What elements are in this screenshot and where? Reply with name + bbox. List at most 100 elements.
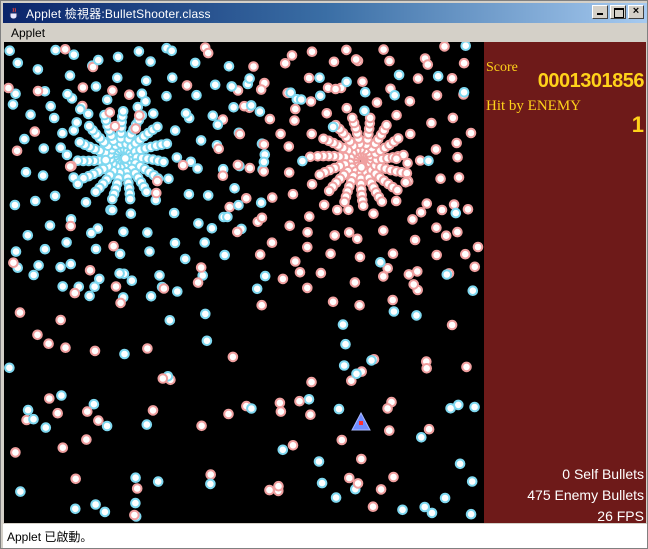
enemy-bullet [350,54,362,65]
enemy-bullet [461,361,472,373]
enemy-bullet [219,249,230,261]
enemy-bullet [126,275,138,286]
enemy-bullet [389,90,401,101]
enemy-bullet [436,204,448,216]
enemy-bullet [223,61,235,72]
enemy-bullet [201,335,213,347]
enemy-bullet [431,249,443,261]
play-field[interactable] [4,42,484,523]
enemy-bullet [294,267,306,278]
enemy-bullet [275,128,286,140]
enemy-bullet [412,73,424,84]
player-ship-icon[interactable] [351,412,371,432]
enemy-bullet [440,230,452,241]
enemy-bullet [65,220,76,232]
enemy-bullet [179,253,191,265]
enemy-bullet [378,44,389,55]
enemy-bullet [172,286,183,297]
minimize-button[interactable] [592,5,608,19]
enemy-bullet [314,72,325,84]
enemy-bullet [112,72,123,84]
enemy-bullet [359,105,370,117]
enemy-bullet [171,152,183,163]
enemy-bullet [212,119,224,130]
enemy-bullet [101,94,113,106]
enemy-bullet [142,343,153,354]
enemy-bullet [407,214,418,225]
enemy-bullet [445,403,456,414]
enemy-bullet [354,300,365,311]
enemy-bullet [141,419,153,430]
menu-applet[interactable]: Applet [3,26,53,40]
enemy-bullet [283,141,295,152]
enemy-bullet [258,166,270,177]
enemy-bullet [228,102,239,113]
enemy-bullet [205,469,216,480]
enemy-bullet [65,258,77,270]
enemy-bullet [142,227,153,238]
enemy-bullet [323,185,335,197]
score-label: Score [486,60,518,75]
enemy-bullet [132,101,144,113]
enemy-bullet [402,157,413,169]
enemy-bullet [223,408,234,420]
game-canvas[interactable]: Score 0001301856 Hit by ENEMY 1 0 Self B… [4,42,646,523]
enemy-bullet [415,207,427,218]
enemy-bullet [166,45,177,57]
enemy-bullet [52,407,64,419]
hit-by-enemy-label: Hit by ENEMY [486,98,581,114]
maximize-button[interactable] [610,5,626,19]
enemy-bullet [400,177,412,188]
enemy-bullet [30,195,41,207]
enemy-bullet [192,277,204,288]
enemy-bullet [387,294,399,306]
enemy-bullet [465,127,477,139]
enemy-bullet [49,190,61,202]
enemy-bullet [15,486,26,497]
enemy-bullet [315,267,327,279]
enemy-bullet [109,120,121,132]
enemy-bullet [107,85,118,96]
java-cup-icon [6,5,22,21]
enemy-bullet [202,190,214,201]
enemy-bullet [28,269,40,281]
enemy-bullet [125,208,137,219]
enemy-bullet [43,338,54,350]
enemy-bullet [244,162,256,174]
enemy-bullet [391,153,402,165]
enemy-bullet [181,80,193,91]
enemy-bullet [258,139,270,150]
enemy-bullet [277,444,289,456]
enemy-bullet [227,351,239,363]
enemy-bullet [191,89,202,101]
enemy-bullet [61,149,73,161]
enemy-bullet [112,51,124,63]
enemy-bullet [302,227,313,238]
close-button[interactable]: × [628,5,644,19]
enemy-bullet [50,44,61,56]
enemy-bullet [167,72,178,84]
enemy-bullet [82,406,93,417]
enemy-bullet [22,230,34,241]
enemy-bullet [10,246,22,257]
enemy-bullet [469,261,481,273]
enemy-bullet [70,503,81,515]
title-bar[interactable]: Applet 檢視器:BulletShooter.class × [3,3,647,23]
enemy-bullet [426,117,437,129]
enemy-bullet [161,90,172,102]
enemy-bullet [337,319,349,330]
enemy-bullet [44,393,55,404]
enemy-bullet [393,69,405,81]
enemy-bullet [81,434,92,445]
enemy-bullet [12,57,24,69]
applet-viewer-window: Applet 檢視器:BulletShooter.class × Applet … [0,0,648,549]
enemy-bullet [275,406,287,417]
enemy-bullet [295,94,307,105]
enemy-bullet [164,315,176,326]
enemy-bullet [460,42,471,51]
status-text: Applet 已啟動。 [7,529,93,544]
enemy-bullet [20,166,32,178]
enemy-bullet [318,133,329,145]
enemy-bullet [38,143,50,154]
enemy-bullet [412,266,423,277]
